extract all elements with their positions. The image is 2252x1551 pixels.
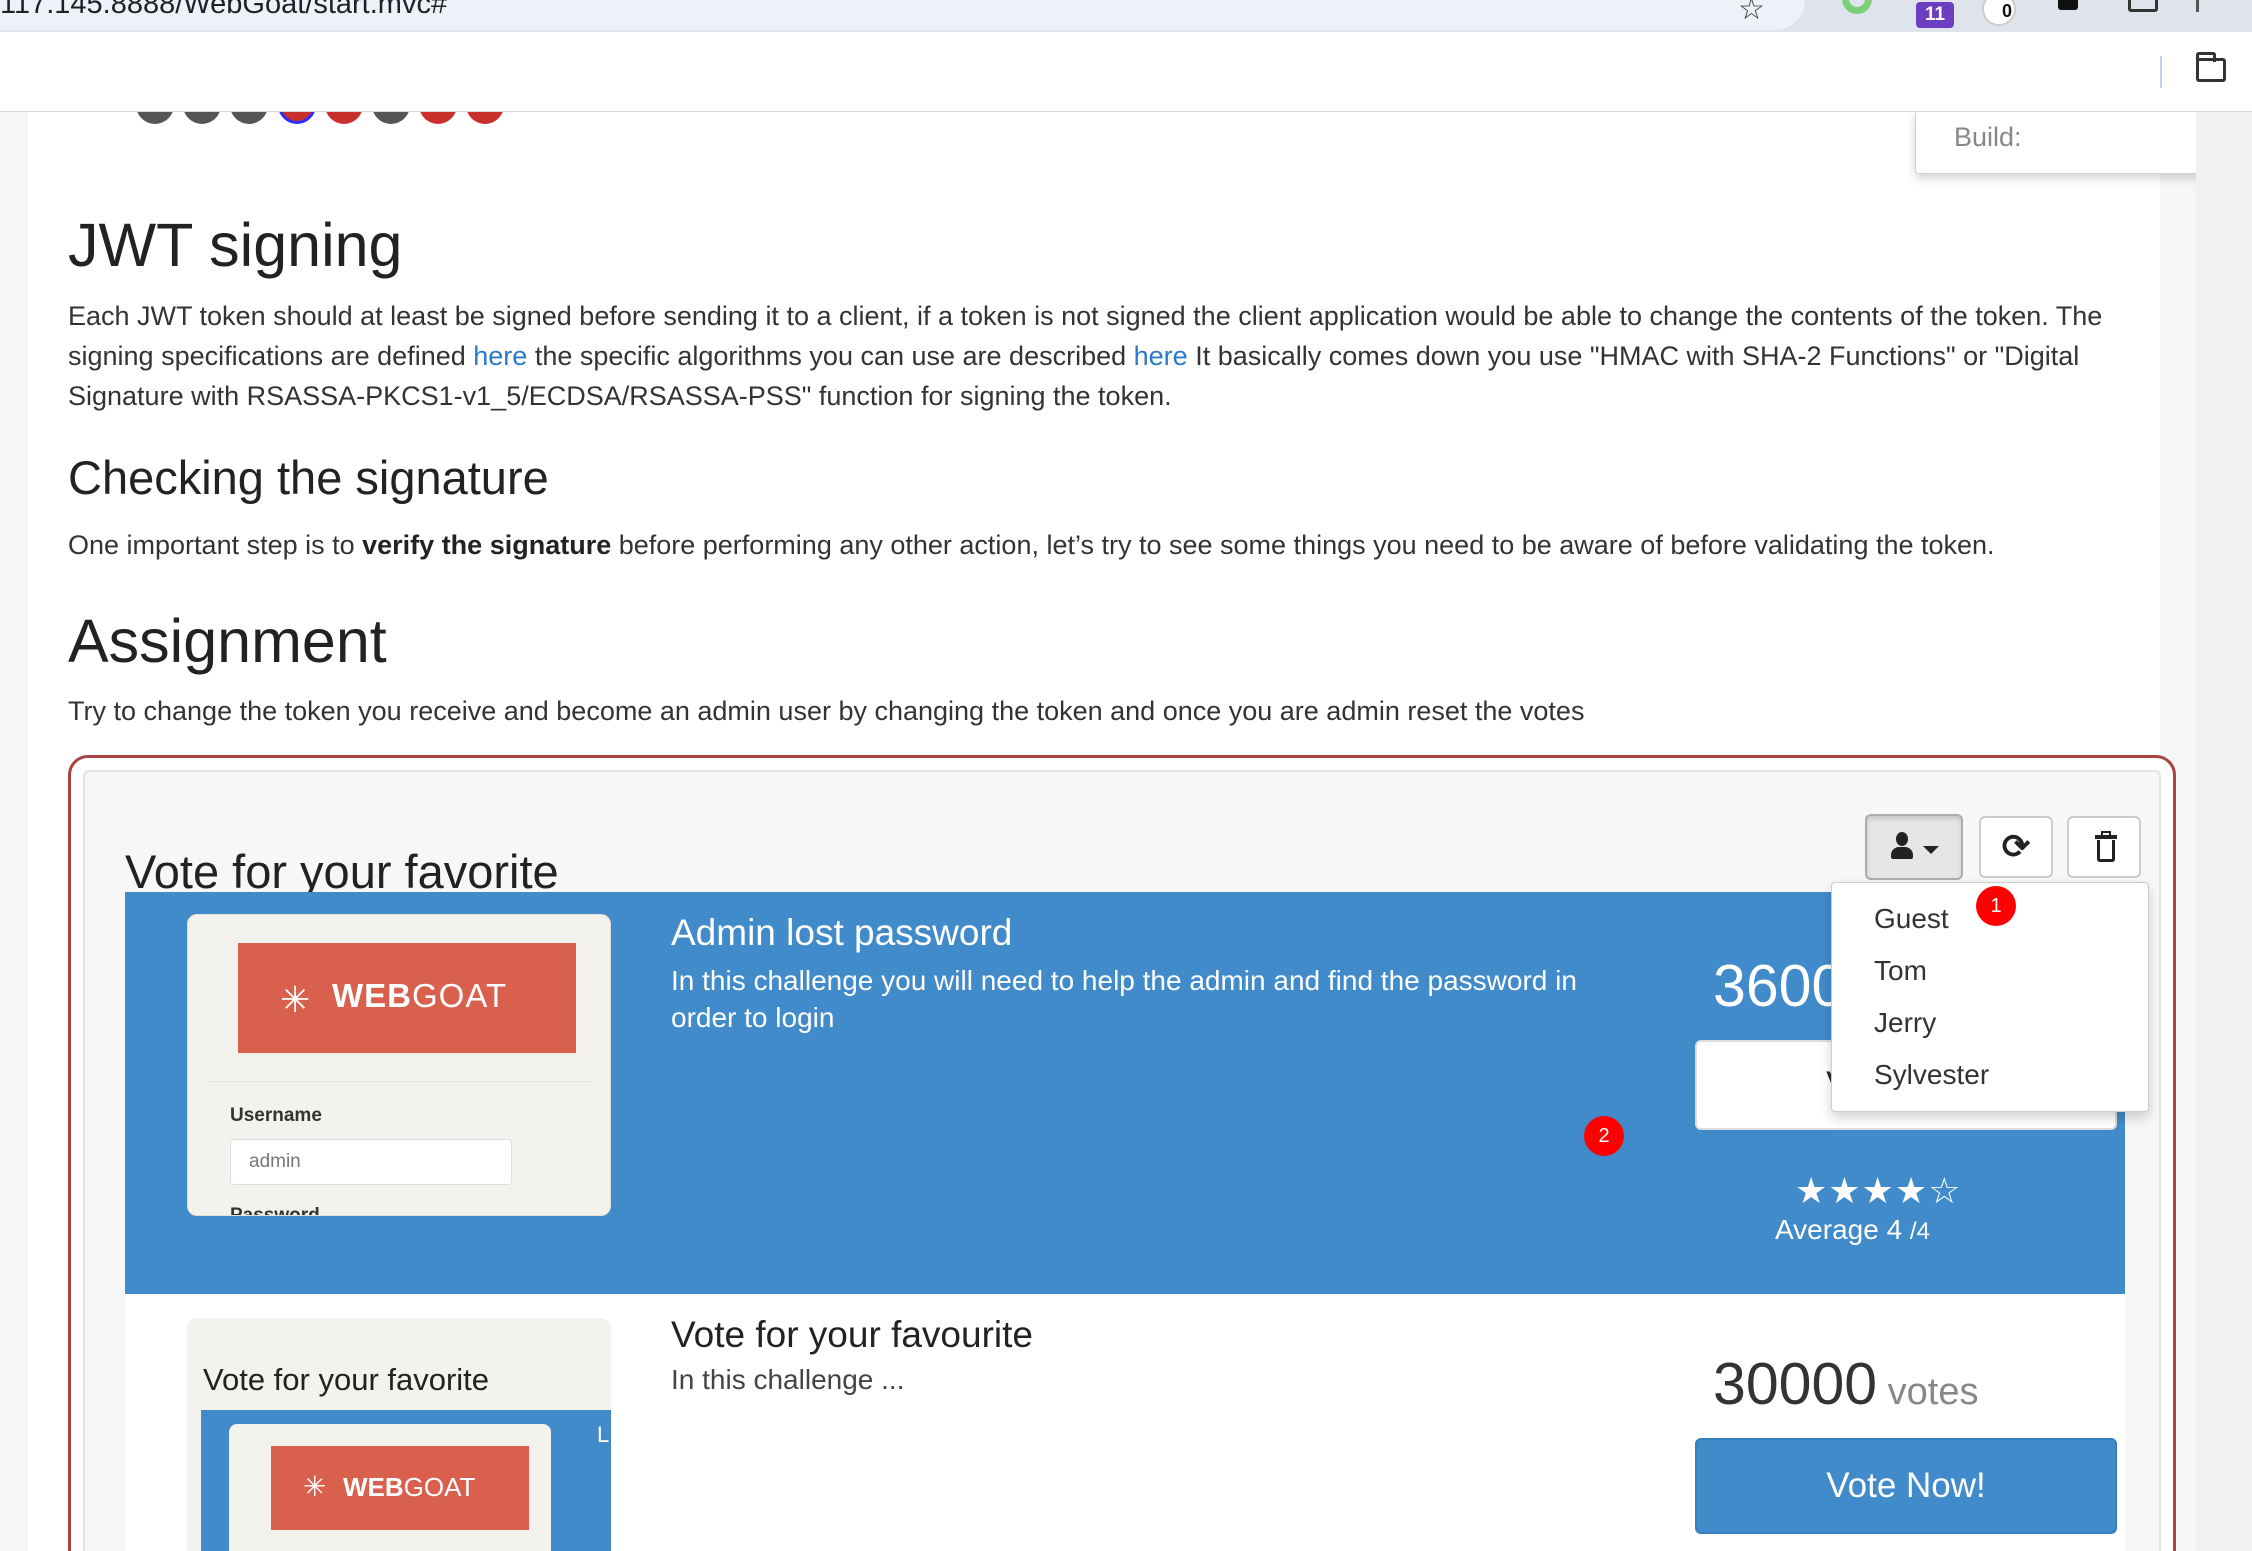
extension-green-icon[interactable] (1842, 0, 1872, 14)
challenge-description: In this challenge you will need to help … (671, 965, 1577, 1033)
thumb-username-field: admin (230, 1139, 512, 1185)
checking-text-part: before performing any other action, let’… (611, 530, 1995, 560)
progress-dot[interactable] (183, 112, 221, 124)
average-max: /4 (1909, 1218, 1930, 1245)
challenge-thumbnail: ✳ WEBGOAT Username admin Password (187, 914, 611, 1216)
refresh-icon: ⟳ (2001, 828, 2031, 866)
extension-window-icon[interactable] (2128, 0, 2158, 12)
url-text[interactable]: 117.145.8888/WebGoat/start.mvc# (0, 0, 447, 21)
progress-dot[interactable] (466, 112, 504, 124)
menu-item-guest[interactable]: Guest (1874, 903, 1949, 935)
scrollbar-track[interactable] (2196, 112, 2252, 1551)
votes-suffix: votes (1877, 1371, 1979, 1413)
progress-dot[interactable] (136, 112, 174, 124)
user-icon (1891, 832, 1913, 864)
logo-text-light: GOAT (403, 1472, 476, 1502)
vote-count: 30000 votes (1713, 1350, 1978, 1418)
annotation-marker: 1 (1976, 886, 2016, 926)
build-label: Build: (1954, 122, 2022, 152)
progress-dot[interactable] (419, 112, 457, 124)
checking-text-part: One important step is to (68, 530, 363, 560)
lesson-intro: Each JWT token should at least be signed… (68, 296, 2168, 416)
intro-text: the specific algorithms you can use are … (527, 341, 1134, 371)
address-bar[interactable]: 117.145.8888/WebGoat/start.mvc# ☆ (0, 0, 1805, 30)
extension-square-icon[interactable] (2058, 0, 2078, 10)
challenge-thumbnail: Vote for your favorite ✳ WEBGOAT L (187, 1318, 611, 1551)
logo-text-bold: WEB (332, 977, 412, 1014)
checking-heading: Checking the signature (68, 451, 549, 504)
vote-now-button[interactable]: Vote Now! (1695, 1438, 2117, 1534)
annotation-marker: 2 (1584, 1116, 1624, 1156)
thumb-title: Vote for your favorite (203, 1362, 490, 1397)
browser-top-bar: 117.145.8888/WebGoat/start.mvc# ☆ 11 0 (0, 0, 2252, 32)
menu-item-tom[interactable]: Tom (1874, 955, 1927, 987)
checking-text-bold: verify the signature (362, 530, 612, 560)
caret-down-icon (1923, 846, 1939, 854)
algorithms-link[interactable]: here (1134, 341, 1188, 371)
webgoat-logo: ✳ WEBGOAT (238, 943, 576, 1053)
thumb-divider (206, 1081, 594, 1082)
bookmarks-bar (0, 32, 2252, 112)
challenge-title: Admin lost password (671, 912, 1013, 953)
challenge-card: Vote for your favorite ✳ WEBGOAT L Vote … (125, 1294, 2125, 1551)
thumb-password-label: Password (230, 1205, 320, 1216)
refresh-button[interactable]: ⟳ (1979, 816, 2053, 878)
bookmarks-divider (2160, 56, 2162, 88)
extension-counter-icon[interactable]: 0 (1982, 0, 2016, 26)
logo-text-bold: WEB (343, 1472, 404, 1502)
average-rating: Average 4 /4 (1775, 1214, 1930, 1246)
progress-dot[interactable] (230, 112, 268, 124)
thumb-username-label: Username (230, 1105, 322, 1126)
average-label: Average 4 (1775, 1214, 1910, 1245)
page-area: JWT signing Each JWT token should at lea… (0, 112, 2252, 1551)
thumb-side-text: L (597, 1422, 610, 1447)
menu-item-sylvester[interactable]: Sylvester (1874, 1059, 1989, 1091)
assignment-heading: Assignment (68, 607, 387, 675)
vote-number: 30000 (1713, 1351, 1878, 1417)
logo-text-light: GOAT (412, 977, 508, 1014)
user-switch-button[interactable] (1865, 814, 1963, 880)
progress-dot[interactable] (372, 112, 410, 124)
toolbar-divider (2196, 0, 2199, 12)
bookmark-star-icon[interactable]: ☆ (1738, 0, 1765, 27)
goat-logo-icon: ✳ (280, 979, 311, 1020)
lesson-content: JWT signing Each JWT token should at lea… (28, 112, 2233, 1551)
extension-badge-icon[interactable]: 11 (1916, 2, 1954, 28)
build-info-popup: Build: (1915, 112, 2233, 174)
spec-link[interactable]: here (473, 341, 527, 371)
goat-logo-icon: ✳ (303, 1471, 327, 1502)
menu-item-jerry[interactable]: Jerry (1874, 1007, 1936, 1039)
rating-stars: ★★★★☆ (1795, 1170, 1962, 1211)
checking-text: One important step is to verify the sign… (68, 530, 1995, 561)
webgoat-logo: ✳ WEBGOAT (271, 1446, 529, 1530)
vote-panel-title: Vote for your favorite (125, 845, 559, 898)
challenge-description: In this challenge ... (671, 1364, 905, 1395)
reset-votes-button[interactable] (2067, 816, 2141, 878)
assignment-text: Try to change the token you receive and … (68, 696, 1585, 726)
progress-dot[interactable] (325, 112, 363, 124)
progress-dot-current[interactable] (278, 112, 316, 124)
folder-icon[interactable] (2196, 52, 2226, 82)
challenge-title: Vote for your favourite (671, 1314, 1033, 1355)
lesson-title: JWT signing (68, 211, 403, 279)
challenge-card-active: ✳ WEBGOAT Username admin Password Admin … (125, 892, 2125, 1294)
assignment-box: Vote for your favorite ⟳ ✳ WEBGOAT Usern… (68, 755, 2176, 1551)
